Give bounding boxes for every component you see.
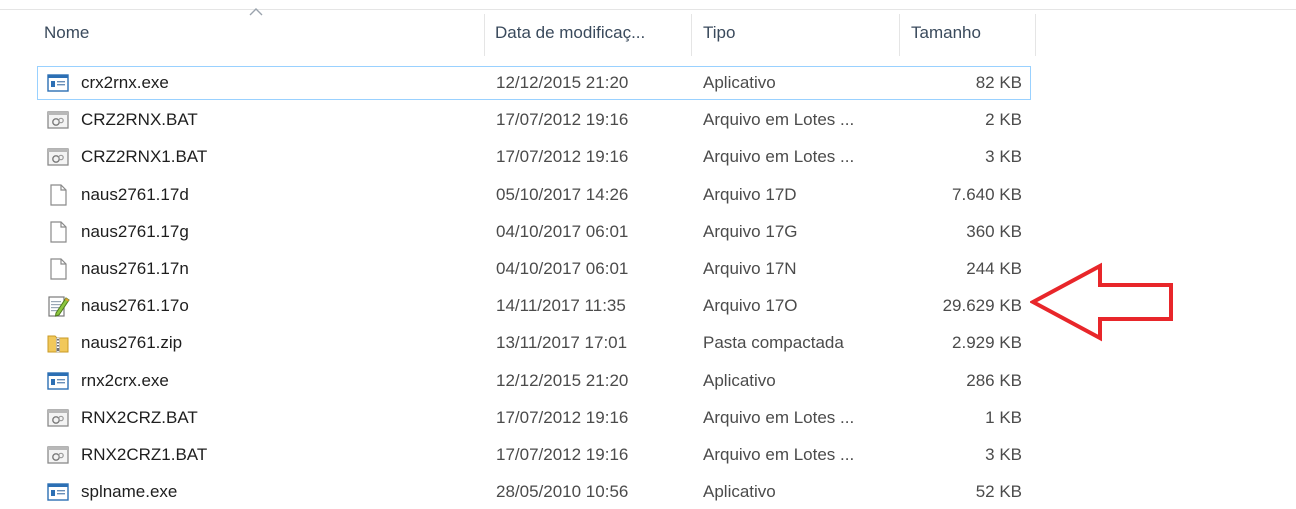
file-size: 29.629 KB — [942, 296, 1022, 315]
exe-icon — [47, 74, 69, 92]
file-name: naus2761.17o — [81, 296, 189, 315]
file-date-modified: 17/07/2012 19:16 — [496, 147, 629, 166]
file-size: 286 KB — [966, 371, 1022, 390]
file-row[interactable]: naus2761.zip 13/11/2017 17:01 Pasta comp… — [37, 326, 1031, 360]
file-date-modified: 05/10/2017 14:26 — [496, 185, 629, 204]
file-type: Aplicativo — [703, 371, 776, 390]
column-divider[interactable] — [484, 14, 485, 56]
file-name: naus2761.17g — [81, 222, 189, 241]
batch-file-icon — [47, 409, 69, 427]
file-type: Arquivo em Lotes ... — [703, 445, 855, 464]
file-size: 2.929 KB — [952, 333, 1022, 352]
file-date-modified: 12/12/2015 21:20 — [496, 73, 629, 92]
batch-file-icon — [47, 148, 69, 166]
text-document-icon — [48, 296, 70, 317]
blank-file-icon — [50, 184, 67, 206]
blank-file-icon — [50, 221, 67, 243]
file-name: CRZ2RNX.BAT — [81, 110, 198, 129]
exe-icon — [47, 483, 69, 501]
file-row[interactable]: naus2761.17g 04/10/2017 06:01 Arquivo 17… — [37, 215, 1031, 249]
file-size: 7.640 KB — [952, 185, 1022, 204]
file-type: Arquivo 17O — [703, 296, 798, 315]
file-size: 244 KB — [966, 259, 1022, 278]
file-row[interactable]: splname.exe 28/05/2010 10:56 Aplicativo … — [37, 475, 1031, 509]
file-type: Arquivo em Lotes ... — [703, 147, 855, 166]
batch-file-icon — [47, 446, 69, 464]
file-type: Arquivo em Lotes ... — [703, 408, 855, 427]
file-name: CRZ2RNX1.BAT — [81, 147, 208, 166]
file-size: 82 KB — [975, 73, 1022, 92]
file-row[interactable]: rnx2crx.exe 12/12/2015 21:20 Aplicativo … — [37, 364, 1031, 398]
file-name: naus2761.17d — [81, 185, 189, 204]
file-row[interactable]: crx2rnx.exe 12/12/2015 21:20 Aplicativo … — [37, 66, 1031, 100]
file-row[interactable]: RNX2CRZ1.BAT 17/07/2012 19:16 Arquivo em… — [37, 438, 1031, 472]
file-type: Aplicativo — [703, 482, 776, 501]
column-header-bar: Nome Data de modificaç... Tipo Tamanho — [0, 7, 1296, 56]
file-name: crx2rnx.exe — [81, 73, 169, 92]
file-name: RNX2CRZ.BAT — [81, 408, 198, 427]
file-row[interactable]: RNX2CRZ.BAT 17/07/2012 19:16 Arquivo em … — [37, 401, 1031, 435]
sort-ascending-icon[interactable] — [249, 7, 263, 17]
file-name: RNX2CRZ1.BAT — [81, 445, 208, 464]
file-date-modified: 17/07/2012 19:16 — [496, 445, 629, 464]
file-date-modified: 04/10/2017 06:01 — [496, 222, 629, 241]
column-header-name[interactable]: Nome — [44, 10, 89, 56]
file-type: Arquivo 17G — [703, 222, 798, 241]
column-divider[interactable] — [1035, 14, 1036, 56]
file-row[interactable]: CRZ2RNX1.BAT 17/07/2012 19:16 Arquivo em… — [37, 140, 1031, 174]
column-divider[interactable] — [691, 14, 692, 56]
file-row[interactable]: naus2761.17d 05/10/2017 14:26 Arquivo 17… — [37, 178, 1031, 212]
file-size: 360 KB — [966, 222, 1022, 241]
file-size: 52 KB — [975, 482, 1022, 501]
column-header-type[interactable]: Tipo — [703, 10, 735, 56]
file-date-modified: 17/07/2012 19:16 — [496, 110, 629, 129]
batch-file-icon — [47, 111, 69, 129]
red-arrow-annotation — [1030, 262, 1173, 342]
file-row[interactable]: naus2761.17n 04/10/2017 06:01 Arquivo 17… — [37, 252, 1031, 286]
column-header-size[interactable]: Tamanho — [911, 10, 981, 56]
file-type: Aplicativo — [703, 73, 776, 92]
file-row[interactable]: naus2761.17o 14/11/2017 11:35 Arquivo 17… — [37, 289, 1031, 323]
file-row[interactable]: CRZ2RNX.BAT 17/07/2012 19:16 Arquivo em … — [37, 103, 1031, 137]
blank-file-icon — [50, 258, 67, 280]
column-header-date[interactable]: Data de modificaç... — [495, 10, 645, 56]
file-name: splname.exe — [81, 482, 178, 501]
file-name: naus2761.17n — [81, 259, 189, 278]
column-divider[interactable] — [899, 14, 900, 56]
exe-icon — [47, 372, 69, 390]
file-name: rnx2crx.exe — [81, 371, 169, 390]
file-date-modified: 17/07/2012 19:16 — [496, 408, 629, 427]
file-size: 1 KB — [985, 408, 1022, 427]
file-name: naus2761.zip — [81, 333, 183, 352]
file-date-modified: 28/05/2010 10:56 — [496, 482, 629, 501]
file-size: 3 KB — [985, 147, 1022, 166]
file-date-modified: 14/11/2017 11:35 — [496, 296, 626, 315]
file-type: Arquivo 17D — [703, 185, 797, 204]
file-date-modified: 12/12/2015 21:20 — [496, 371, 629, 390]
file-date-modified: 13/11/2017 17:01 — [496, 333, 628, 352]
file-type: Arquivo 17N — [703, 259, 797, 278]
file-date-modified: 04/10/2017 06:01 — [496, 259, 629, 278]
file-type: Pasta compactada — [703, 333, 844, 352]
file-size: 3 KB — [985, 445, 1022, 464]
zip-folder-icon — [47, 335, 69, 353]
file-type: Arquivo em Lotes ... — [703, 110, 855, 129]
file-size: 2 KB — [985, 110, 1022, 129]
